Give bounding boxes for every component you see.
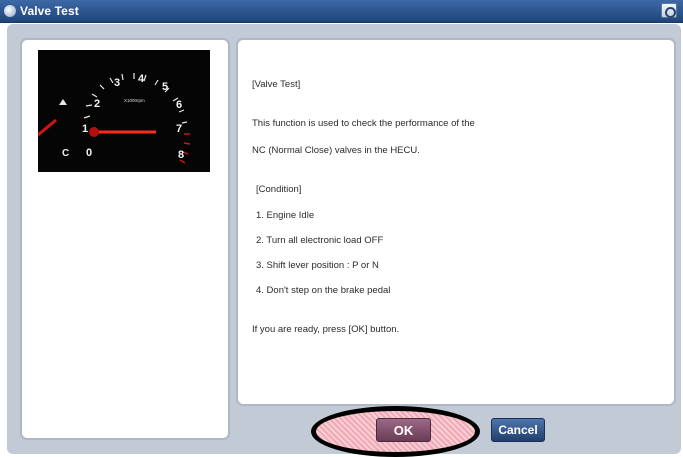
tach-number-0: 0: [86, 147, 92, 159]
cancel-button[interactable]: Cancel: [491, 418, 545, 442]
condition-item-1: 1. Engine Idle: [256, 210, 315, 221]
instructions-panel: [Valve Test] This function is used to ch…: [236, 38, 676, 406]
condition-item-4: 4. Don't step on the brake pedal: [256, 285, 391, 296]
condition-item-3: 3. Shift lever position : P or N: [256, 260, 379, 271]
description-line-2: NC (Normal Close) valves in the HECU.: [252, 145, 420, 156]
screenshot-button[interactable]: [661, 3, 677, 18]
tach-number-6: 6: [176, 99, 182, 111]
tachometer-graphic: 1 2 3 4 5 6 7 8 0 X1000rpm C: [38, 50, 210, 172]
description-line-1: This function is used to check the perfo…: [252, 118, 475, 129]
screenshot-icon: [665, 7, 676, 18]
tachometer-image: 1 2 3 4 5 6 7 8 0 X1000rpm C: [38, 50, 210, 172]
title-bar: Valve Test: [0, 0, 683, 23]
tach-number-5: 5: [162, 81, 168, 93]
tach-number-2: 2: [94, 98, 100, 110]
temp-mark: C: [62, 148, 69, 159]
disc-icon: [4, 5, 16, 17]
ready-prompt: If you are ready, press [OK] button.: [252, 324, 400, 335]
window-title: Valve Test: [20, 4, 79, 18]
tach-number-8: 8: [178, 149, 184, 161]
image-panel: 1 2 3 4 5 6 7 8 0 X1000rpm C: [20, 38, 230, 440]
tach-number-7: 7: [176, 123, 182, 135]
tach-unit: X1000rpm: [124, 98, 145, 103]
tach-number-1: 1: [82, 123, 88, 135]
tach-number-3: 3: [114, 77, 120, 89]
ok-button[interactable]: OK: [376, 418, 431, 442]
condition-heading: [Condition]: [256, 184, 302, 195]
tach-number-4: 4: [138, 73, 145, 85]
heading-valve-test: [Valve Test]: [252, 79, 301, 90]
valve-test-window: Valve Test 1 2 3 4 5 6 7 8 0 X1000rpm C …: [0, 0, 683, 457]
condition-item-2: 2. Turn all electronic load OFF: [256, 235, 384, 246]
